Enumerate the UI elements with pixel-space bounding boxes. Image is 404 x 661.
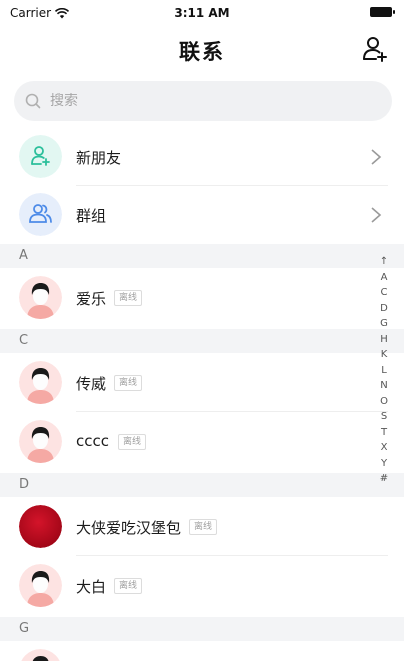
contact-row[interactable]: 传威 离线: [0, 354, 404, 412]
section-header-c: C: [0, 329, 404, 353]
contact-row[interactable]: [0, 642, 404, 661]
status-badge: 离线: [114, 375, 143, 391]
contact-name: 大白: [76, 578, 107, 596]
divider: [76, 411, 388, 412]
page-title: 联系: [179, 40, 225, 64]
index-letter[interactable]: #: [380, 471, 388, 487]
chevron-right-icon: [371, 207, 382, 223]
menu-item-label: 新朋友: [76, 149, 122, 167]
avatar: [19, 505, 62, 548]
navigation-bar: 联系: [0, 26, 404, 74]
avatar: [19, 420, 62, 463]
avatar: [19, 276, 62, 319]
menu-item-label: 群组: [76, 207, 107, 225]
contact-name: cccc: [76, 432, 109, 450]
index-letter[interactable]: N: [380, 378, 387, 394]
contact-row[interactable]: 大侠爱吃汉堡包 离线: [0, 498, 404, 556]
avatar: [19, 564, 62, 607]
search-input[interactable]: [50, 93, 350, 109]
section-letter: G: [19, 621, 30, 636]
contact-name: 传威: [76, 375, 107, 393]
index-letter[interactable]: K: [381, 347, 388, 363]
contact-name: 爱乐: [76, 290, 107, 308]
index-letter[interactable]: O: [380, 394, 388, 410]
avatar: [19, 361, 62, 404]
index-letter[interactable]: H: [380, 332, 388, 348]
battery-icon: [370, 7, 395, 17]
contact-name: 大侠爱吃汉堡包: [76, 519, 182, 537]
index-letter[interactable]: L: [381, 363, 387, 379]
section-letter: D: [19, 477, 30, 492]
section-header-a: A: [0, 244, 404, 268]
index-letter[interactable]: T: [381, 425, 387, 441]
search-icon: [25, 93, 41, 109]
status-badge: 离线: [114, 290, 143, 306]
menu-item-new-friends[interactable]: 新朋友: [0, 128, 404, 186]
index-letter[interactable]: S: [381, 409, 387, 425]
index-letter[interactable]: Y: [381, 456, 387, 472]
groups-avatar: [19, 193, 62, 236]
section-letter: C: [19, 333, 29, 348]
alphabet-index[interactable]: ↑ A C D G H K L N O S T X Y #: [378, 254, 390, 487]
add-user-icon: [363, 37, 387, 62]
section-letter: A: [19, 248, 28, 263]
status-badge: 离线: [118, 434, 147, 450]
chevron-right-icon: [371, 149, 382, 165]
search-bar[interactable]: [14, 81, 392, 121]
menu-item-groups[interactable]: 群组: [0, 186, 404, 244]
index-letter[interactable]: G: [380, 316, 388, 332]
section-header-d: D: [0, 473, 404, 497]
contact-row[interactable]: 爱乐 离线: [0, 269, 404, 327]
status-time: 3:11 AM: [174, 6, 230, 20]
index-letter[interactable]: X: [381, 440, 388, 456]
contact-row[interactable]: cccc 离线: [0, 413, 404, 471]
add-contact-button[interactable]: [358, 32, 392, 66]
index-letter[interactable]: C: [381, 285, 388, 301]
divider: [76, 555, 388, 556]
index-letter[interactable]: A: [381, 270, 388, 286]
section-header-g: G: [0, 617, 404, 641]
contact-row[interactable]: 大白 离线: [0, 557, 404, 615]
index-letter[interactable]: D: [380, 301, 388, 317]
status-badge: 离线: [114, 578, 143, 594]
index-letter[interactable]: ↑: [380, 254, 388, 270]
new-friends-avatar: [19, 135, 62, 178]
status-badge: 离线: [189, 519, 218, 535]
status-bar: Carrier 3:11 AM: [0, 0, 404, 26]
avatar: [21, 649, 60, 661]
